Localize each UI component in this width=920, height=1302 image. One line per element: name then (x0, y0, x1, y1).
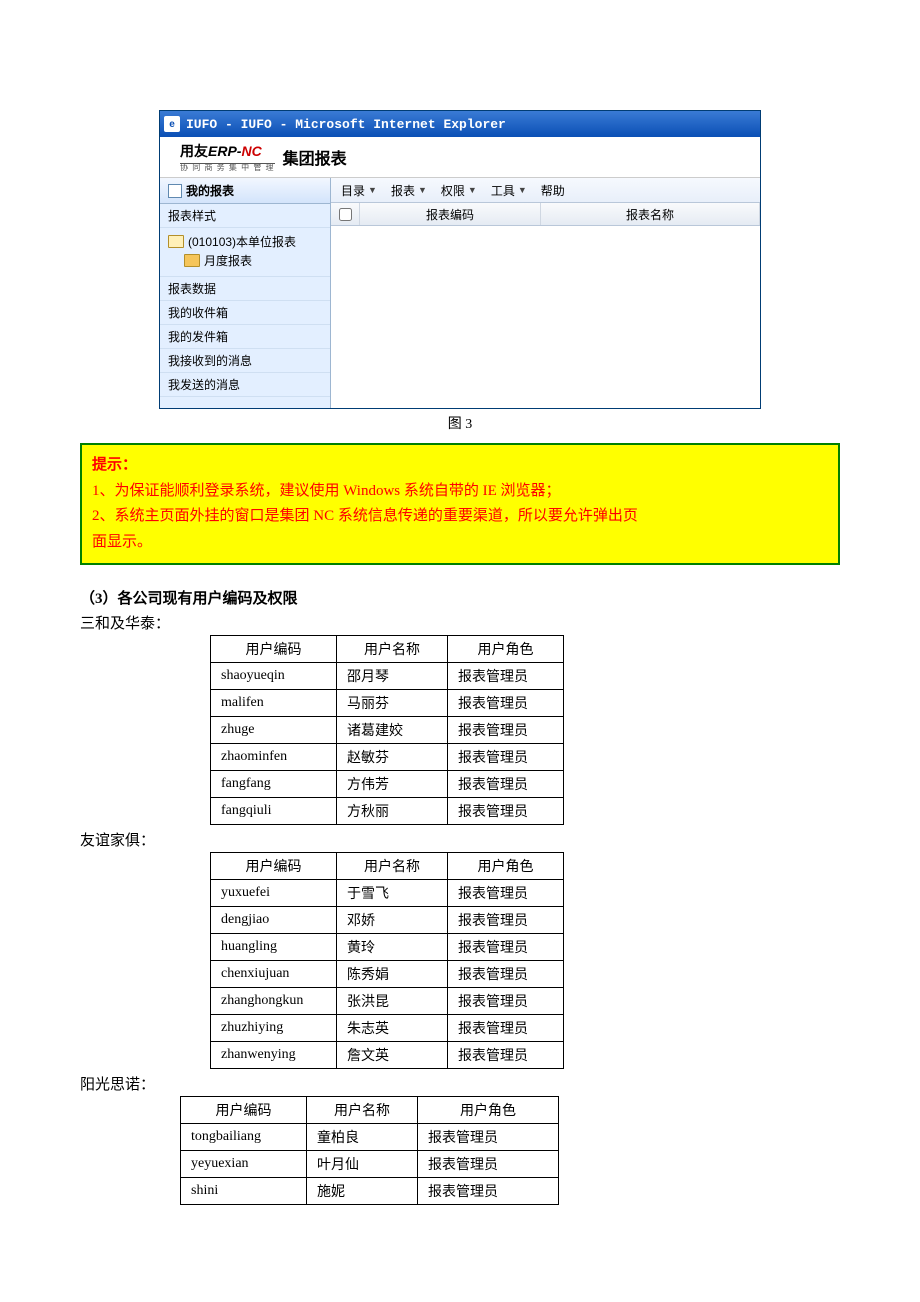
table-row: fangfang方伟芳报表管理员 (211, 771, 564, 798)
chevron-down-icon: ▼ (468, 185, 477, 195)
brand-prefix: 用友 (180, 143, 208, 159)
figure-caption: 图 3 (80, 413, 840, 433)
chevron-down-icon: ▼ (418, 185, 427, 195)
col-header-code[interactable]: 报表编码 (360, 203, 541, 225)
col-header-name[interactable]: 报表名称 (541, 203, 760, 225)
chevron-down-icon: ▼ (518, 185, 527, 195)
user-table-sanhe: 用户编码 用户名称 用户角色 shaoyueqin邵月琴报表管理员 malife… (210, 635, 564, 825)
table-row: tongbailiang童柏良报表管理员 (181, 1124, 559, 1151)
folder-icon (184, 254, 200, 267)
th-user-role: 用户角色 (418, 1097, 559, 1124)
table-row: shaoyueqin邵月琴报表管理员 (211, 663, 564, 690)
ie-icon: e (164, 116, 180, 132)
sidebar-panel-title[interactable]: 我的报表 (160, 178, 330, 204)
table-row: zhanghongkun张洪昆报表管理员 (211, 988, 564, 1015)
tip-line-3: 面显示。 (92, 530, 828, 556)
user-table-youyi: 用户编码 用户名称 用户角色 yuxuefei于雪飞报表管理员 dengjiao… (210, 852, 564, 1069)
tree-item-monthly-reports[interactable]: 月度报表 (168, 251, 322, 270)
main-area: 目录▼ 报表▼ 权限▼ 工具▼ 帮助 报表编码 报表名称 (331, 178, 760, 408)
tree-item-label: 月度报表 (204, 252, 252, 269)
sidebar: 我的报表 报表样式 (010103)本单位报表 月度报表 报表数据 我的收件箱 … (160, 178, 331, 408)
tip-line-1: 1、为保证能顺利登录系统，建议使用 Windows 系统自带的 IE 浏览器； (92, 479, 828, 505)
tip-box: 提示： 1、为保证能顺利登录系统，建议使用 Windows 系统自带的 IE 浏… (80, 443, 840, 565)
document-icon (168, 184, 182, 198)
menu-permission[interactable]: 权限▼ (441, 182, 477, 199)
table-row: yuxuefei于雪飞报表管理员 (211, 880, 564, 907)
th-user-code: 用户编码 (181, 1097, 307, 1124)
th-user-name: 用户名称 (337, 853, 448, 880)
sidebar-section-sample[interactable]: 报表样式 (160, 204, 330, 228)
menu-catalog[interactable]: 目录▼ (341, 182, 377, 199)
section-heading: （3）各公司现有用户编码及权限 (80, 587, 840, 608)
brand-bar: 用友ERP-NC 协 同 商 务 集 中 管 理 集团报表 (160, 137, 760, 178)
table-header-row: 用户编码 用户名称 用户角色 (211, 636, 564, 663)
menu-report[interactable]: 报表▼ (391, 182, 427, 199)
folder-open-icon (168, 235, 184, 248)
list-header: 报表编码 报表名称 (331, 203, 760, 226)
brand-title: 集团报表 (283, 145, 347, 169)
brand-erp: ERP- (208, 143, 241, 159)
sidebar-item-received-msgs[interactable]: 我接收到的消息 (160, 349, 330, 373)
sidebar-item-sent-msgs[interactable]: 我发送的消息 (160, 373, 330, 397)
app-window: e IUFO - IUFO - Microsoft Internet Explo… (159, 110, 761, 409)
sidebar-item-report-data[interactable]: 报表数据 (160, 277, 330, 301)
tip-line-2: 2、系统主页面外挂的窗口是集团 NC 系统信息传递的重要渠道，所以要允许弹出页 (92, 504, 828, 530)
document-page: e IUFO - IUFO - Microsoft Internet Explo… (0, 0, 920, 1265)
checkbox[interactable] (339, 208, 352, 221)
table-row: malifen马丽芬报表管理员 (211, 690, 564, 717)
tree-item-label: (010103)本单位报表 (188, 233, 296, 250)
table-row: zhuzhiying朱志英报表管理员 (211, 1015, 564, 1042)
th-user-name: 用户名称 (337, 636, 448, 663)
window-title: IUFO - IUFO - Microsoft Internet Explore… (186, 117, 506, 132)
company-label: 三和及华泰： (80, 612, 840, 633)
brand-sub: 协 同 商 务 集 中 管 理 (180, 162, 275, 173)
th-user-code: 用户编码 (211, 853, 337, 880)
chevron-down-icon: ▼ (368, 185, 377, 195)
tip-title: 提示： (92, 453, 828, 479)
sidebar-item-outbox[interactable]: 我的发件箱 (160, 325, 330, 349)
table-header-row: 用户编码 用户名称 用户角色 (211, 853, 564, 880)
company-label: 友谊家俱： (80, 829, 840, 850)
menu-help[interactable]: 帮助 (541, 182, 565, 199)
table-row: zhanwenying詹文英报表管理员 (211, 1042, 564, 1069)
select-all-checkbox[interactable] (331, 203, 360, 225)
th-user-code: 用户编码 (211, 636, 337, 663)
user-table-yangguang: 用户编码 用户名称 用户角色 tongbailiang童柏良报表管理员 yeyu… (180, 1096, 559, 1205)
table-row: shini施妮报表管理员 (181, 1178, 559, 1205)
brand-nc: NC (241, 143, 261, 159)
th-user-name: 用户名称 (307, 1097, 418, 1124)
table-row: zhaominfen赵敏芬报表管理员 (211, 744, 564, 771)
menu-tools[interactable]: 工具▼ (491, 182, 527, 199)
sidebar-panel-title-text: 我的报表 (186, 182, 234, 199)
table-row: dengjiao邓娇报表管理员 (211, 907, 564, 934)
table-row: fangqiuli方秋丽报表管理员 (211, 798, 564, 825)
menubar: 目录▼ 报表▼ 权限▼ 工具▼ 帮助 (331, 178, 760, 203)
table-row: zhuge诸葛建姣报表管理员 (211, 717, 564, 744)
window-titlebar: e IUFO - IUFO - Microsoft Internet Explo… (160, 111, 760, 137)
company-label: 阳光思诺： (80, 1073, 840, 1094)
th-user-role: 用户角色 (448, 853, 564, 880)
sidebar-item-inbox[interactable]: 我的收件箱 (160, 301, 330, 325)
sidebar-tree: (010103)本单位报表 月度报表 (160, 228, 330, 277)
table-row: yeyuexian叶月仙报表管理员 (181, 1151, 559, 1178)
list-body (331, 226, 760, 408)
tree-item-unit-reports[interactable]: (010103)本单位报表 (168, 232, 322, 251)
table-row: chenxiujuan陈秀娟报表管理员 (211, 961, 564, 988)
th-user-role: 用户角色 (448, 636, 564, 663)
table-row: huangling黄玲报表管理员 (211, 934, 564, 961)
table-header-row: 用户编码 用户名称 用户角色 (181, 1097, 559, 1124)
